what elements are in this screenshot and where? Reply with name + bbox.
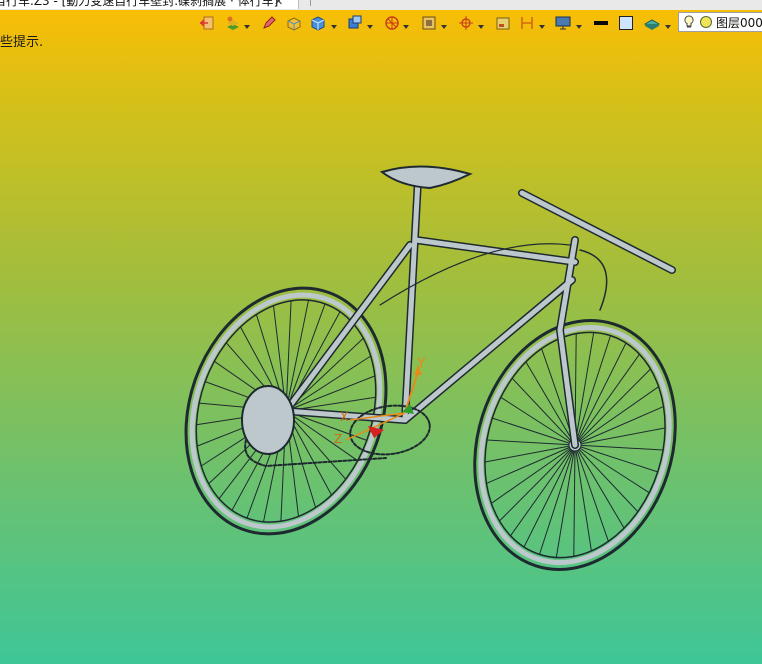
axis-label-x: X xyxy=(340,410,348,424)
spoke xyxy=(574,335,611,446)
spoke xyxy=(574,332,595,446)
spoke xyxy=(574,386,659,446)
spoke xyxy=(285,303,326,412)
axis-label-y: Y xyxy=(416,356,426,372)
spoke xyxy=(539,444,576,555)
spoke xyxy=(484,444,576,463)
spoke xyxy=(574,427,666,446)
spoke xyxy=(555,444,576,558)
spoke xyxy=(574,342,627,446)
spoke xyxy=(500,396,576,446)
spoke xyxy=(574,444,592,551)
spoke xyxy=(574,368,651,446)
spoke xyxy=(573,444,576,557)
axis-label-z: Z xyxy=(334,432,342,446)
spoke xyxy=(574,444,650,494)
spoke xyxy=(491,444,576,504)
spoke xyxy=(523,444,576,548)
spoke xyxy=(285,300,292,412)
bicycle-model[interactable]: Y X Z xyxy=(0,0,762,664)
spoke xyxy=(285,355,371,412)
bicycle-frame xyxy=(241,165,676,468)
spoke xyxy=(499,444,576,522)
